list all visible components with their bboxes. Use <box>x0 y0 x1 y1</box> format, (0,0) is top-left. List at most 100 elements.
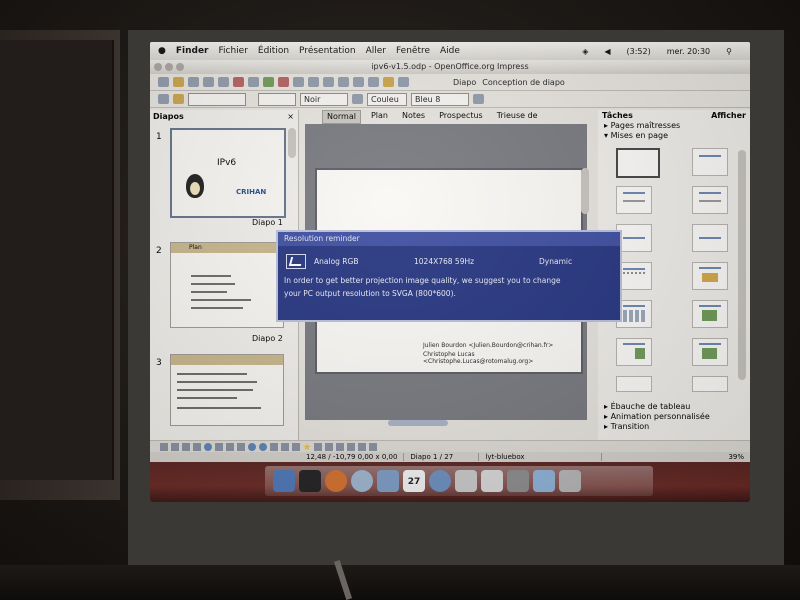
cut-icon[interactable] <box>278 77 289 87</box>
callouts-icon[interactable] <box>292 443 300 451</box>
mail-icon[interactable] <box>377 470 399 492</box>
spotlight-icon[interactable]: ⚲ <box>726 47 732 56</box>
layout-picture[interactable] <box>692 300 728 328</box>
open-icon[interactable] <box>173 77 184 87</box>
layout-title-content[interactable] <box>616 186 652 214</box>
tasks-scrollbar[interactable] <box>738 150 746 380</box>
fill-color-select[interactable]: Bleu 8 <box>411 92 469 106</box>
gallery-icon[interactable] <box>369 443 377 451</box>
line-width-field[interactable] <box>258 92 296 106</box>
layout-blank[interactable] <box>616 148 660 178</box>
slide-thumbnail-3[interactable] <box>170 354 284 426</box>
minimize-window-button[interactable] <box>165 63 173 71</box>
paste-icon[interactable] <box>308 77 319 87</box>
design-button[interactable]: Conception de diapo <box>482 78 565 87</box>
volume-icon[interactable]: ◀ <box>604 47 610 56</box>
chart-icon[interactable] <box>353 77 364 87</box>
rectangle-tool-icon[interactable] <box>193 443 201 451</box>
align-icon[interactable] <box>336 443 344 451</box>
wifi-icon[interactable]: ◈ <box>582 47 588 56</box>
text-tool-icon[interactable] <box>215 443 223 451</box>
curve-tool-icon[interactable] <box>226 443 234 451</box>
table-icon[interactable] <box>368 77 379 87</box>
layout-more-2[interactable] <box>692 376 728 392</box>
calendar-icon[interactable]: 27 <box>403 470 425 492</box>
block-arrows-icon[interactable] <box>270 443 278 451</box>
email-icon[interactable] <box>203 77 214 87</box>
task-custom-animation[interactable]: ▸ Animation personnalisée <box>604 412 710 422</box>
layout-title-only-2[interactable] <box>692 224 728 252</box>
menu-fenetre[interactable]: Fenêtre <box>396 46 430 56</box>
battery-status[interactable]: (3:52) <box>627 47 651 56</box>
safari-icon[interactable] <box>351 470 373 492</box>
openoffice-icon[interactable] <box>481 470 503 492</box>
layout-more-1[interactable] <box>616 376 652 392</box>
clock[interactable]: mer. 20:30 <box>667 47 710 56</box>
pdf-icon[interactable] <box>233 77 244 87</box>
trash-icon[interactable] <box>559 470 581 492</box>
menu-finder[interactable]: Finder <box>176 46 209 56</box>
new-icon[interactable] <box>158 77 169 87</box>
menu-presentation[interactable]: Présentation <box>299 46 356 56</box>
menu-edition[interactable]: Édition <box>258 46 289 56</box>
ellipse-tool-icon[interactable] <box>204 443 212 451</box>
layout-text-picture[interactable] <box>616 338 652 366</box>
task-table-design[interactable]: ▸ Ébauche de tableau <box>604 402 710 412</box>
system-preferences-icon[interactable] <box>507 470 529 492</box>
firefox-icon[interactable] <box>325 470 347 492</box>
tab-prospectus[interactable]: Prospectus <box>435 110 487 122</box>
3d-objects-icon[interactable] <box>314 443 322 451</box>
finder-icon[interactable] <box>273 470 295 492</box>
redo-icon[interactable] <box>338 77 349 87</box>
line-color-select[interactable]: Noir <box>300 92 348 106</box>
line-style-icon[interactable] <box>173 94 184 104</box>
menu-aide[interactable]: Aide <box>440 46 460 56</box>
layout-chart[interactable] <box>692 262 728 290</box>
layout-title-text[interactable] <box>692 186 728 214</box>
tab-plan[interactable]: Plan <box>367 110 392 122</box>
task-transition[interactable]: ▸ Transition <box>604 422 710 432</box>
view-menu-button[interactable]: Afficher <box>711 111 746 120</box>
edit-horizontal-scrollbar[interactable] <box>388 420 448 426</box>
area-icon[interactable] <box>352 94 363 104</box>
save-icon[interactable] <box>188 77 199 87</box>
task-layouts[interactable]: ▾ Mises en page <box>598 131 750 141</box>
copy-icon[interactable] <box>293 77 304 87</box>
slide-thumbnail-1[interactable]: IPv6 CRIHAN <box>170 128 286 218</box>
documents-folder-icon[interactable] <box>533 470 555 492</box>
rotate-icon[interactable] <box>325 443 333 451</box>
terminal-icon[interactable] <box>299 470 321 492</box>
close-slides-panel-button[interactable]: × <box>287 112 294 121</box>
arrange-icon[interactable] <box>347 443 355 451</box>
arrow-tool-icon[interactable] <box>182 443 190 451</box>
help-icon[interactable] <box>398 77 409 87</box>
menu-fichier[interactable]: Fichier <box>218 46 247 56</box>
preview-icon[interactable] <box>455 470 477 492</box>
pointer-icon[interactable] <box>158 94 169 104</box>
print-icon[interactable] <box>248 77 259 87</box>
line-tool-icon[interactable] <box>171 443 179 451</box>
edit-vertical-scrollbar[interactable] <box>581 168 589 214</box>
layout-title-only[interactable] <box>692 148 728 176</box>
shadow-icon[interactable] <box>473 94 484 104</box>
menu-aller[interactable]: Aller <box>366 46 386 56</box>
undo-icon[interactable] <box>323 77 334 87</box>
connector-tool-icon[interactable] <box>237 443 245 451</box>
stars-icon[interactable] <box>303 443 311 451</box>
tab-normal[interactable]: Normal <box>322 110 361 124</box>
tab-slide-sorter[interactable]: Trieuse de diapositives <box>493 110 590 132</box>
select-tool-icon[interactable] <box>160 443 168 451</box>
line-style-select[interactable] <box>188 92 246 106</box>
diapo-button[interactable]: Diapo <box>453 78 476 87</box>
status-zoom[interactable]: 39% <box>722 453 750 461</box>
symbol-shapes-icon[interactable] <box>259 443 267 451</box>
tab-notes[interactable]: Notes <box>398 110 429 122</box>
zoom-window-button[interactable] <box>176 63 184 71</box>
slides-scrollbar[interactable] <box>288 128 296 158</box>
slide-thumbnail-2[interactable]: Plan <box>170 242 284 328</box>
close-window-button[interactable] <box>154 63 162 71</box>
flowchart-icon[interactable] <box>281 443 289 451</box>
area-style-select[interactable]: Couleu <box>367 92 407 106</box>
edit-icon[interactable] <box>218 77 229 87</box>
navigator-icon[interactable] <box>383 77 394 87</box>
